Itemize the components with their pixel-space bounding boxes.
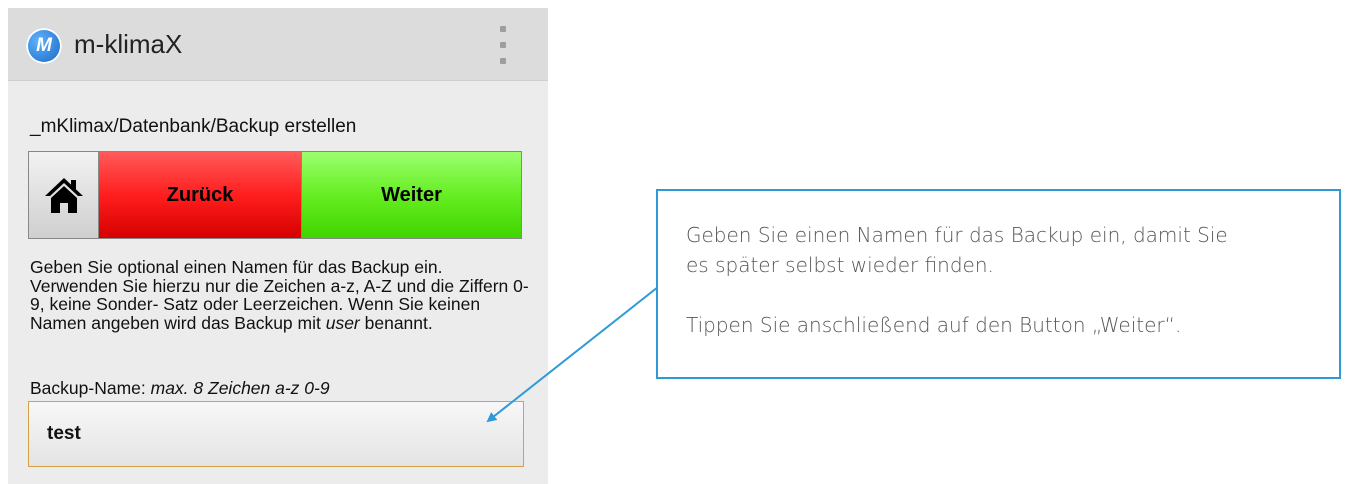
callout-line-2: es später selbst wieder finden. [686, 253, 994, 277]
callout-line-3: Tippen Sie anschließend auf den Button „… [686, 313, 1182, 337]
callout-box: Geben Sie einen Namen für das Backup ein… [656, 189, 1341, 379]
callout-line-1: Geben Sie einen Namen für das Backup ein… [686, 223, 1228, 247]
